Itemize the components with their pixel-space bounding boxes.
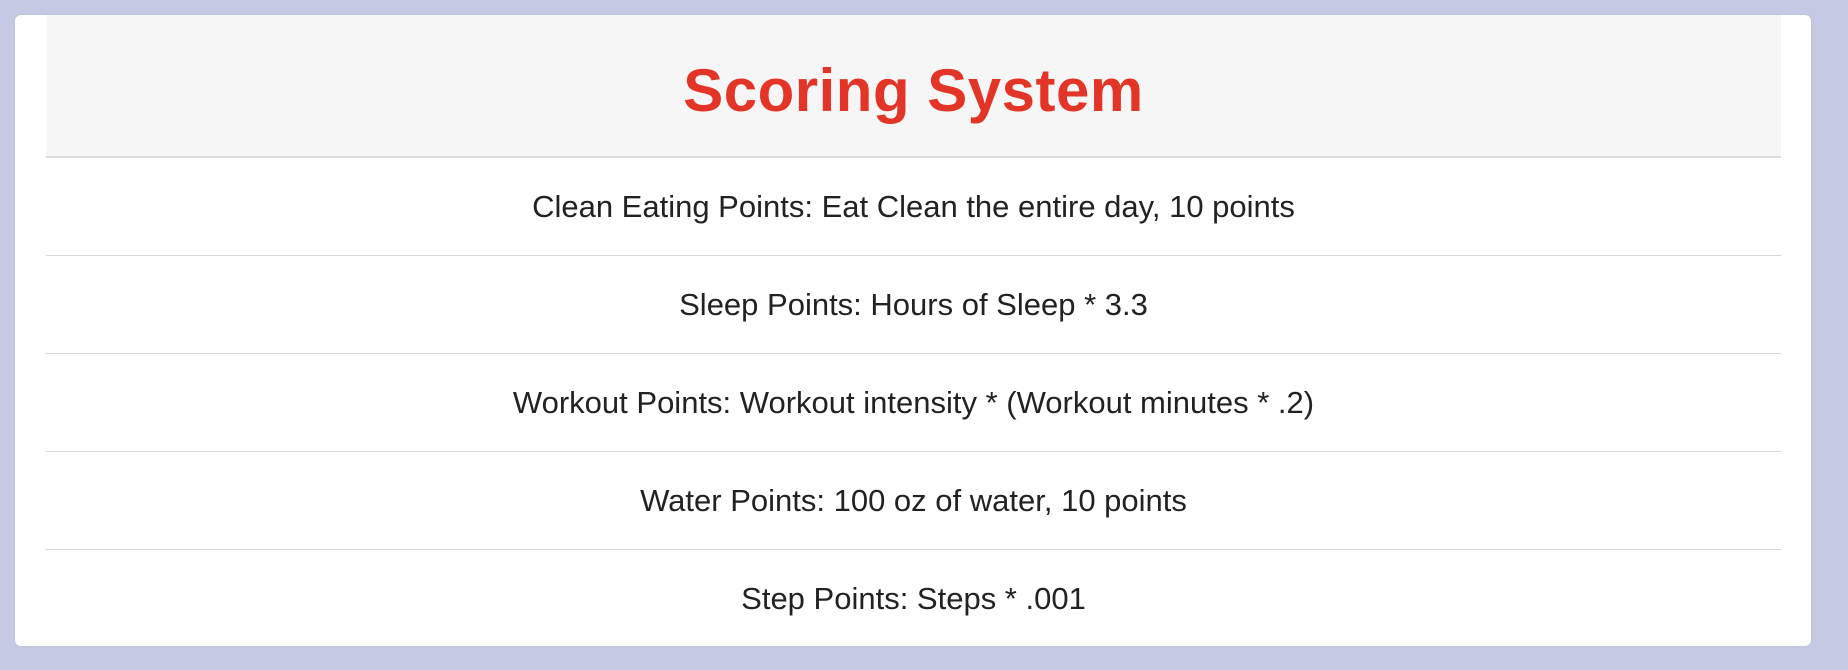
rule-workout: Workout Points: Workout intensity * (Wor… [46,354,1781,452]
scoring-table: Scoring System Clean Eating Points: Eat … [46,15,1781,647]
rule-clean-eating: Clean Eating Points: Eat Clean the entir… [46,158,1781,256]
rule-water: Water Points: 100 oz of water, 10 points [46,452,1781,550]
rule-sleep: Sleep Points: Hours of Sleep * 3.3 [46,256,1781,354]
rule-steps: Step Points: Steps * .001 [741,580,1086,616]
card-header: Scoring System [46,15,1781,158]
scoring-system-card: Scoring System Clean Eating Points: Eat … [15,15,1811,646]
page-title: Scoring System [683,57,1144,124]
